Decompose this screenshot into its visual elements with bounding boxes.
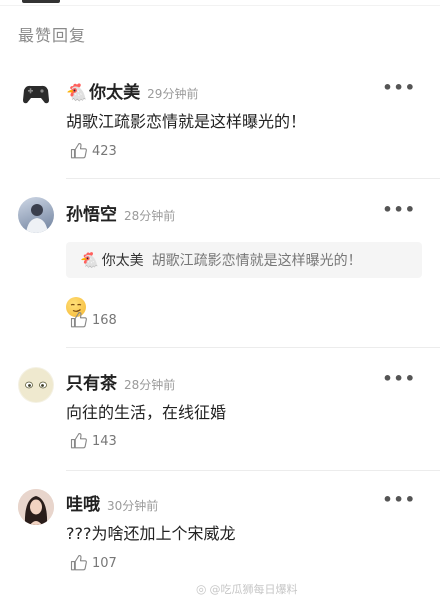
timestamp: 29分钟前	[147, 87, 199, 101]
like-count: 107	[92, 555, 117, 571]
more-options-icon[interactable]: •••	[382, 369, 416, 388]
gamepad-icon	[23, 85, 49, 104]
thumbs-up-icon	[70, 554, 87, 571]
username[interactable]: 你太美	[89, 78, 140, 103]
more-options-icon[interactable]: •••	[382, 78, 416, 97]
portrait-icon	[26, 204, 48, 233]
weibo-logo-icon: ◎	[196, 582, 207, 596]
watermark: ◎ @吃瓜狮每日爆料	[196, 581, 297, 597]
like-button[interactable]: 107	[70, 554, 117, 572]
divider	[66, 470, 440, 471]
more-options-icon[interactable]: •••	[382, 490, 416, 509]
like-count: 168	[92, 312, 117, 328]
watermark-text: @吃瓜狮每日爆料	[209, 583, 298, 596]
name-row: 🐔 你太美 29分钟前	[66, 78, 198, 103]
comment-text: 胡歌江疏影恋情就是这样曝光的！	[66, 112, 307, 131]
timestamp: 30分钟前	[107, 499, 159, 513]
woman-portrait-icon	[18, 489, 54, 525]
timestamp: 28分钟前	[124, 378, 176, 392]
section-title: 最赞回复	[18, 26, 87, 45]
more-options-icon[interactable]: •••	[382, 200, 416, 219]
comment-text: ???为啥还加上个宋威龙	[66, 524, 236, 543]
name-row: 孙悟空 28分钟前	[66, 200, 175, 225]
thumbs-up-icon	[70, 142, 87, 159]
tab-indicator	[22, 0, 60, 3]
top-divider	[0, 5, 440, 6]
avatar[interactable]	[18, 197, 54, 233]
quoted-text: 胡歌江疏影恋情就是这样曝光的！	[151, 253, 362, 269]
avatar[interactable]	[18, 489, 54, 525]
thumbs-up-icon	[70, 432, 87, 449]
like-button[interactable]: 168	[70, 311, 117, 329]
avatar[interactable]	[18, 76, 54, 112]
cartoon-face-icon	[19, 368, 53, 402]
username[interactable]: 只有茶	[66, 369, 117, 394]
chicken-badge-icon: 🐔	[80, 251, 99, 269]
divider	[66, 178, 440, 179]
like-button[interactable]: 143	[70, 432, 117, 450]
avatar[interactable]	[18, 367, 54, 403]
chicken-badge-icon: 🐔	[66, 83, 88, 103]
username[interactable]: 哇哦	[66, 490, 100, 515]
divider	[66, 347, 440, 348]
quoted-username: 你太美	[101, 253, 144, 269]
timestamp: 28分钟前	[124, 209, 176, 223]
comment-text: 向往的生活，在线征婚	[66, 403, 227, 422]
like-button[interactable]: 423	[70, 142, 117, 160]
username[interactable]: 孙悟空	[66, 200, 117, 225]
thumbs-up-icon	[70, 311, 87, 328]
like-count: 423	[92, 143, 117, 159]
like-count: 143	[92, 433, 117, 449]
name-row: 只有茶 28分钟前	[66, 369, 175, 394]
name-row: 哇哦 30分钟前	[66, 490, 158, 515]
quoted-reply[interactable]: 🐔 你太美 胡歌江疏影恋情就是这样曝光的！	[66, 242, 422, 278]
